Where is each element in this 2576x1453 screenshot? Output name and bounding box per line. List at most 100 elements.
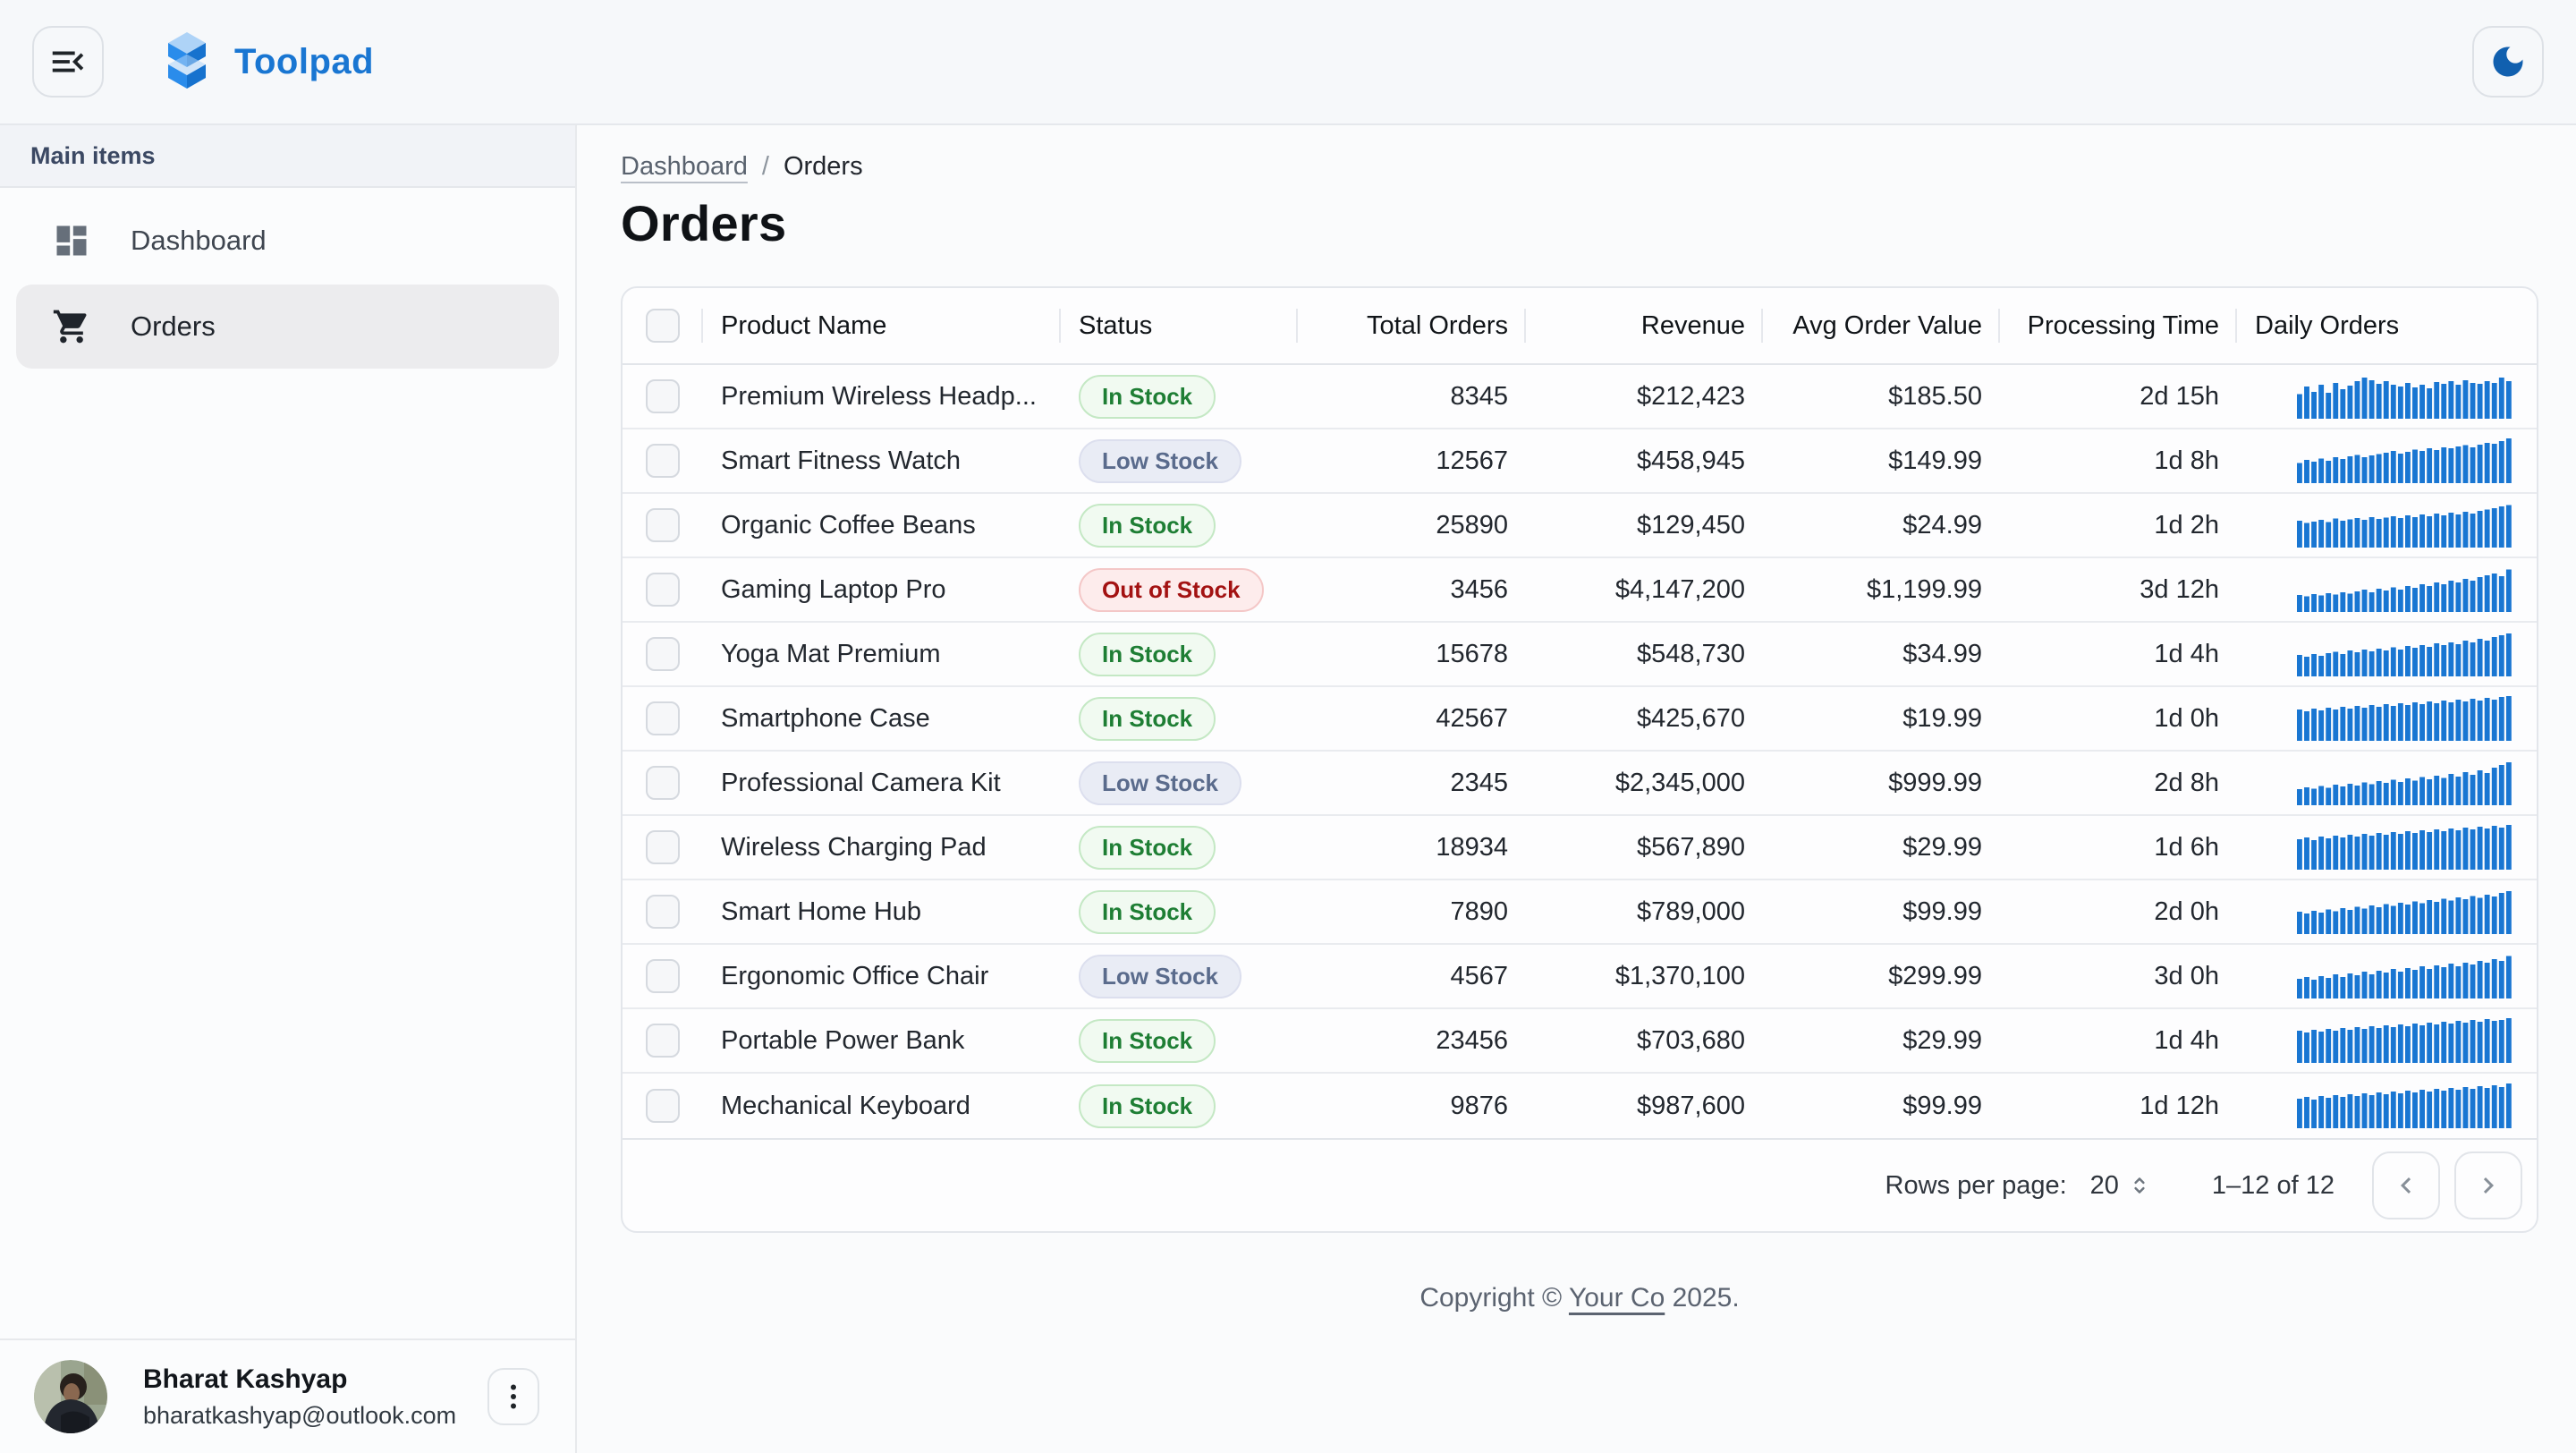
row-checkbox[interactable] — [646, 959, 680, 993]
table-row[interactable]: Yoga Mat PremiumIn Stock15678$548,730$34… — [623, 623, 2537, 687]
row-checkbox[interactable] — [646, 766, 680, 800]
account-info: Bharat Kashyap bharatkashyap@outlook.com — [143, 1364, 487, 1430]
account-menu-button[interactable] — [487, 1368, 539, 1425]
cell-status: In Stock — [1061, 826, 1298, 870]
footer-suffix: 2025. — [1665, 1283, 1739, 1313]
dark-mode-moon-icon — [2488, 42, 2528, 81]
table-row[interactable]: Ergonomic Office ChairLow Stock4567$1,37… — [623, 945, 2537, 1009]
sidebar-spacer — [0, 370, 575, 1338]
toolpad-app: Toolpad Main items Dashboard — [0, 0, 2576, 1453]
table-row[interactable]: Smart Fitness WatchLow Stock12567$458,94… — [623, 429, 2537, 494]
cell-total-orders: 18934 — [1298, 833, 1526, 862]
select-all-checkbox[interactable] — [646, 309, 680, 343]
row-checkbox[interactable] — [646, 444, 680, 478]
cell-daily-orders — [2237, 825, 2537, 870]
cell-daily-orders — [2237, 1083, 2537, 1128]
row-checkbox[interactable] — [646, 637, 680, 671]
cell-status: Low Stock — [1061, 761, 1298, 805]
page-title: Orders — [621, 194, 2538, 252]
daily-orders-sparkline — [2297, 1083, 2513, 1128]
table-row[interactable]: Professional Camera KitLow Stock2345$2,3… — [623, 752, 2537, 816]
cell-daily-orders — [2237, 760, 2537, 805]
row-checkbox[interactable] — [646, 508, 680, 542]
dashboard-icon — [52, 221, 91, 260]
footer-company-link[interactable]: Your Co — [1569, 1283, 1665, 1313]
footer-prefix: Copyright © — [1419, 1283, 1569, 1313]
cell-product-name: Organic Coffee Beans — [703, 511, 1061, 540]
row-checkbox[interactable] — [646, 830, 680, 864]
column-header-daily-orders[interactable]: Daily Orders — [2237, 288, 2537, 363]
row-checkbox[interactable] — [646, 701, 680, 735]
cell-product-name: Yoga Mat Premium — [703, 640, 1061, 669]
table-row[interactable]: Portable Power BankIn Stock23456$703,680… — [623, 1009, 2537, 1074]
row-checkbox[interactable] — [646, 1089, 680, 1123]
daily-orders-sparkline — [2297, 825, 2513, 870]
column-header-status[interactable]: Status — [1061, 288, 1298, 363]
row-checkbox-cell — [623, 637, 703, 671]
table-header-row: Product NameStatusTotal OrdersRevenueAvg… — [623, 288, 2537, 365]
cell-product-name: Smartphone Case — [703, 704, 1061, 734]
row-checkbox[interactable] — [646, 379, 680, 413]
table-row[interactable]: Organic Coffee BeansIn Stock25890$129,45… — [623, 494, 2537, 558]
daily-orders-sparkline — [2297, 438, 2513, 483]
cell-status: In Stock — [1061, 1019, 1298, 1063]
cell-product-name: Gaming Laptop Pro — [703, 575, 1061, 605]
column-header-avg-order-value[interactable]: Avg Order Value — [1763, 288, 2000, 363]
cell-avg-order-value: $149.99 — [1763, 446, 2000, 476]
rows-per-page-select[interactable]: 20 — [2090, 1171, 2153, 1201]
cell-processing-time: 1d 8h — [2000, 446, 2237, 476]
cell-daily-orders — [2237, 696, 2537, 741]
cell-daily-orders — [2237, 567, 2537, 612]
cell-avg-order-value: $19.99 — [1763, 704, 2000, 734]
cell-daily-orders — [2237, 374, 2537, 419]
chevron-right-icon — [2472, 1169, 2504, 1202]
cell-product-name: Premium Wireless Headp... — [703, 382, 1061, 412]
cell-status: In Stock — [1061, 504, 1298, 548]
daily-orders-sparkline — [2297, 374, 2513, 419]
column-header-total-orders[interactable]: Total Orders — [1298, 288, 1526, 363]
pagination-range: 1–12 of 12 — [2212, 1171, 2334, 1201]
row-checkbox[interactable] — [646, 573, 680, 607]
table-row[interactable]: Smartphone CaseIn Stock42567$425,670$19.… — [623, 687, 2537, 752]
cell-revenue: $567,890 — [1526, 833, 1763, 862]
table-row[interactable]: Gaming Laptop ProOut of Stock3456$4,147,… — [623, 558, 2537, 623]
app-bar: Toolpad — [0, 0, 2576, 125]
sidebar-section-header: Main items — [0, 125, 575, 188]
cell-avg-order-value: $999.99 — [1763, 769, 2000, 798]
table-row[interactable]: Mechanical KeyboardIn Stock9876$987,600$… — [623, 1074, 2537, 1138]
chevron-left-icon — [2390, 1169, 2422, 1202]
app-title: Toolpad — [234, 42, 374, 82]
previous-page-button[interactable] — [2372, 1151, 2440, 1219]
row-checkbox[interactable] — [646, 895, 680, 929]
cell-product-name: Ergonomic Office Chair — [703, 962, 1061, 991]
status-badge: In Stock — [1079, 504, 1216, 548]
account-section: Bharat Kashyap bharatkashyap@outlook.com — [0, 1338, 575, 1453]
cell-total-orders: 2345 — [1298, 769, 1526, 798]
status-badge: Low Stock — [1079, 439, 1241, 483]
collapse-sidebar-button[interactable] — [32, 26, 104, 98]
table-row[interactable]: Wireless Charging PadIn Stock18934$567,8… — [623, 816, 2537, 880]
sidebar-item-label: Orders — [131, 310, 216, 343]
column-header-revenue[interactable]: Revenue — [1526, 288, 1763, 363]
next-page-button[interactable] — [2454, 1151, 2522, 1219]
row-checkbox[interactable] — [646, 1024, 680, 1058]
sidebar-item-dashboard[interactable]: Dashboard — [16, 199, 559, 283]
sidebar-item-orders[interactable]: Orders — [16, 285, 559, 369]
daily-orders-sparkline — [2297, 632, 2513, 676]
table-row[interactable]: Smart Home HubIn Stock7890$789,000$99.99… — [623, 880, 2537, 945]
theme-toggle-button[interactable] — [2472, 26, 2544, 98]
column-header-product-name[interactable]: Product Name — [703, 288, 1061, 363]
cell-processing-time: 3d 0h — [2000, 962, 2237, 991]
daily-orders-sparkline — [2297, 567, 2513, 612]
daily-orders-sparkline — [2297, 760, 2513, 805]
column-header-processing-time[interactable]: Processing Time — [2000, 288, 2237, 363]
table-row[interactable]: Premium Wireless Headp...In Stock8345$21… — [623, 365, 2537, 429]
cell-total-orders: 9876 — [1298, 1092, 1526, 1121]
cell-total-orders: 8345 — [1298, 382, 1526, 412]
cell-avg-order-value: $34.99 — [1763, 640, 2000, 669]
breadcrumb-dashboard-link[interactable]: Dashboard — [621, 152, 748, 182]
cell-daily-orders — [2237, 503, 2537, 548]
cell-status: Low Stock — [1061, 955, 1298, 998]
avatar[interactable] — [34, 1360, 107, 1433]
cell-total-orders: 12567 — [1298, 446, 1526, 476]
